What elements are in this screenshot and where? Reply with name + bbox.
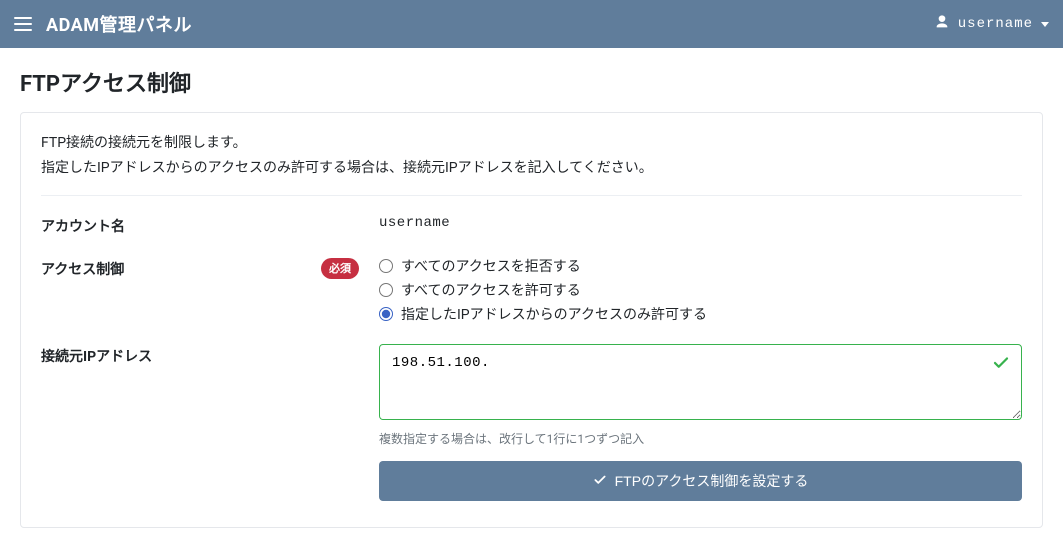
user-menu-label: username: [958, 16, 1033, 32]
radio-allow-all-label: すべてのアクセスを許可する: [401, 280, 581, 300]
access-control-row: アクセス制御 必須 すべてのアクセスを拒否する すべてのアクセスを許可する 指: [41, 256, 1022, 324]
radio-deny-all[interactable]: すべてのアクセスを拒否する: [379, 256, 1022, 276]
navbar: ADAM管理パネル username: [0, 0, 1063, 48]
access-control-label: アクセス制御: [41, 259, 124, 279]
description-line: 指定したIPアドレスからのアクセスのみ許可する場合は、接続元IPアドレスを記入し…: [41, 156, 1022, 181]
account-value: username: [379, 215, 450, 231]
check-icon: [992, 354, 1010, 376]
access-control-radio-group: すべてのアクセスを拒否する すべてのアクセスを許可する 指定したIPアドレスから…: [379, 256, 1022, 324]
source-ip-hint: 複数指定する場合は、改行して1行に1つずつ記入: [379, 430, 1022, 447]
submit-button-label: FTPのアクセス制御を設定する: [615, 471, 809, 491]
radio-deny-all-label: すべてのアクセスを拒否する: [401, 256, 581, 276]
description-line: FTP接続の接続元を制限します。: [41, 131, 1022, 156]
radio-allow-specified-label: 指定したIPアドレスからのアクセスのみ許可する: [401, 304, 707, 324]
account-label: アカウント名: [41, 216, 125, 236]
radio-deny-all-input[interactable]: [379, 259, 393, 273]
page-description: FTP接続の接続元を制限します。 指定したIPアドレスからのアクセスのみ許可する…: [41, 131, 1022, 196]
source-ip-textarea[interactable]: [379, 344, 1022, 420]
menu-toggle-button[interactable]: [14, 17, 32, 31]
radio-allow-all[interactable]: すべてのアクセスを許可する: [379, 280, 1022, 300]
page: FTPアクセス制御 FTP接続の接続元を制限します。 指定したIPアドレスからの…: [0, 48, 1063, 552]
required-badge: 必須: [321, 258, 359, 279]
radio-allow-specified-input[interactable]: [379, 307, 393, 321]
account-row: アカウント名 username: [41, 214, 1022, 236]
radio-allow-specified[interactable]: 指定したIPアドレスからのアクセスのみ許可する: [379, 304, 1022, 324]
source-ip-row: 接続元IPアドレス 複数指定する場合は、改行して1行に1つずつ記入 FTPのアク: [41, 344, 1022, 501]
submit-button[interactable]: FTPのアクセス制御を設定する: [379, 461, 1022, 501]
user-icon: [934, 14, 950, 35]
user-menu-button[interactable]: username: [934, 14, 1049, 35]
source-ip-label: 接続元IPアドレス: [41, 346, 152, 366]
check-icon: [593, 473, 607, 490]
settings-card: FTP接続の接続元を制限します。 指定したIPアドレスからのアクセスのみ許可する…: [20, 112, 1043, 528]
radio-allow-all-input[interactable]: [379, 283, 393, 297]
app-brand: ADAM管理パネル: [46, 11, 192, 37]
page-title: FTPアクセス制御: [20, 66, 1043, 98]
caret-down-icon: [1041, 22, 1049, 27]
